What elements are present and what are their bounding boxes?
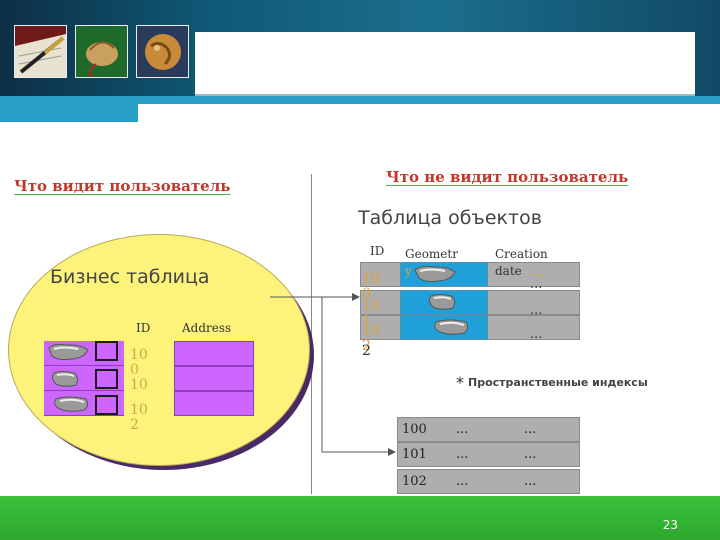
- objects-col-id: ID: [370, 244, 385, 258]
- objects-id-102-tail: 2: [362, 343, 371, 359]
- objects-date-ellipsis: ...: [530, 327, 543, 342]
- objects-date-ellipsis: ...: [530, 277, 543, 292]
- spatial-index-cell: ...: [524, 422, 537, 437]
- spatial-index-id: 100: [402, 422, 427, 437]
- spatial-index-label: * Пространственные индексы: [456, 373, 648, 392]
- star-icon: *: [456, 373, 464, 392]
- objects-col-date-overlap: date: [495, 264, 522, 278]
- spatial-index-cell: ...: [524, 447, 537, 462]
- spatial-index-id: 102: [402, 474, 427, 489]
- geometry-shape-icon: [428, 294, 456, 310]
- objects-date-ellipsis: ...: [530, 303, 543, 318]
- spatial-index-cell: ...: [524, 474, 537, 489]
- geometry-shape-icon: [414, 265, 456, 283]
- geometry-shape-icon: [434, 319, 469, 335]
- spatial-index-id: 101: [402, 447, 427, 462]
- spatial-index-cell: ...: [456, 447, 469, 462]
- spatial-index-cell: ...: [456, 474, 469, 489]
- spatial-index-cell: ...: [456, 422, 469, 437]
- objects-table-title: Таблица объектов: [358, 207, 542, 229]
